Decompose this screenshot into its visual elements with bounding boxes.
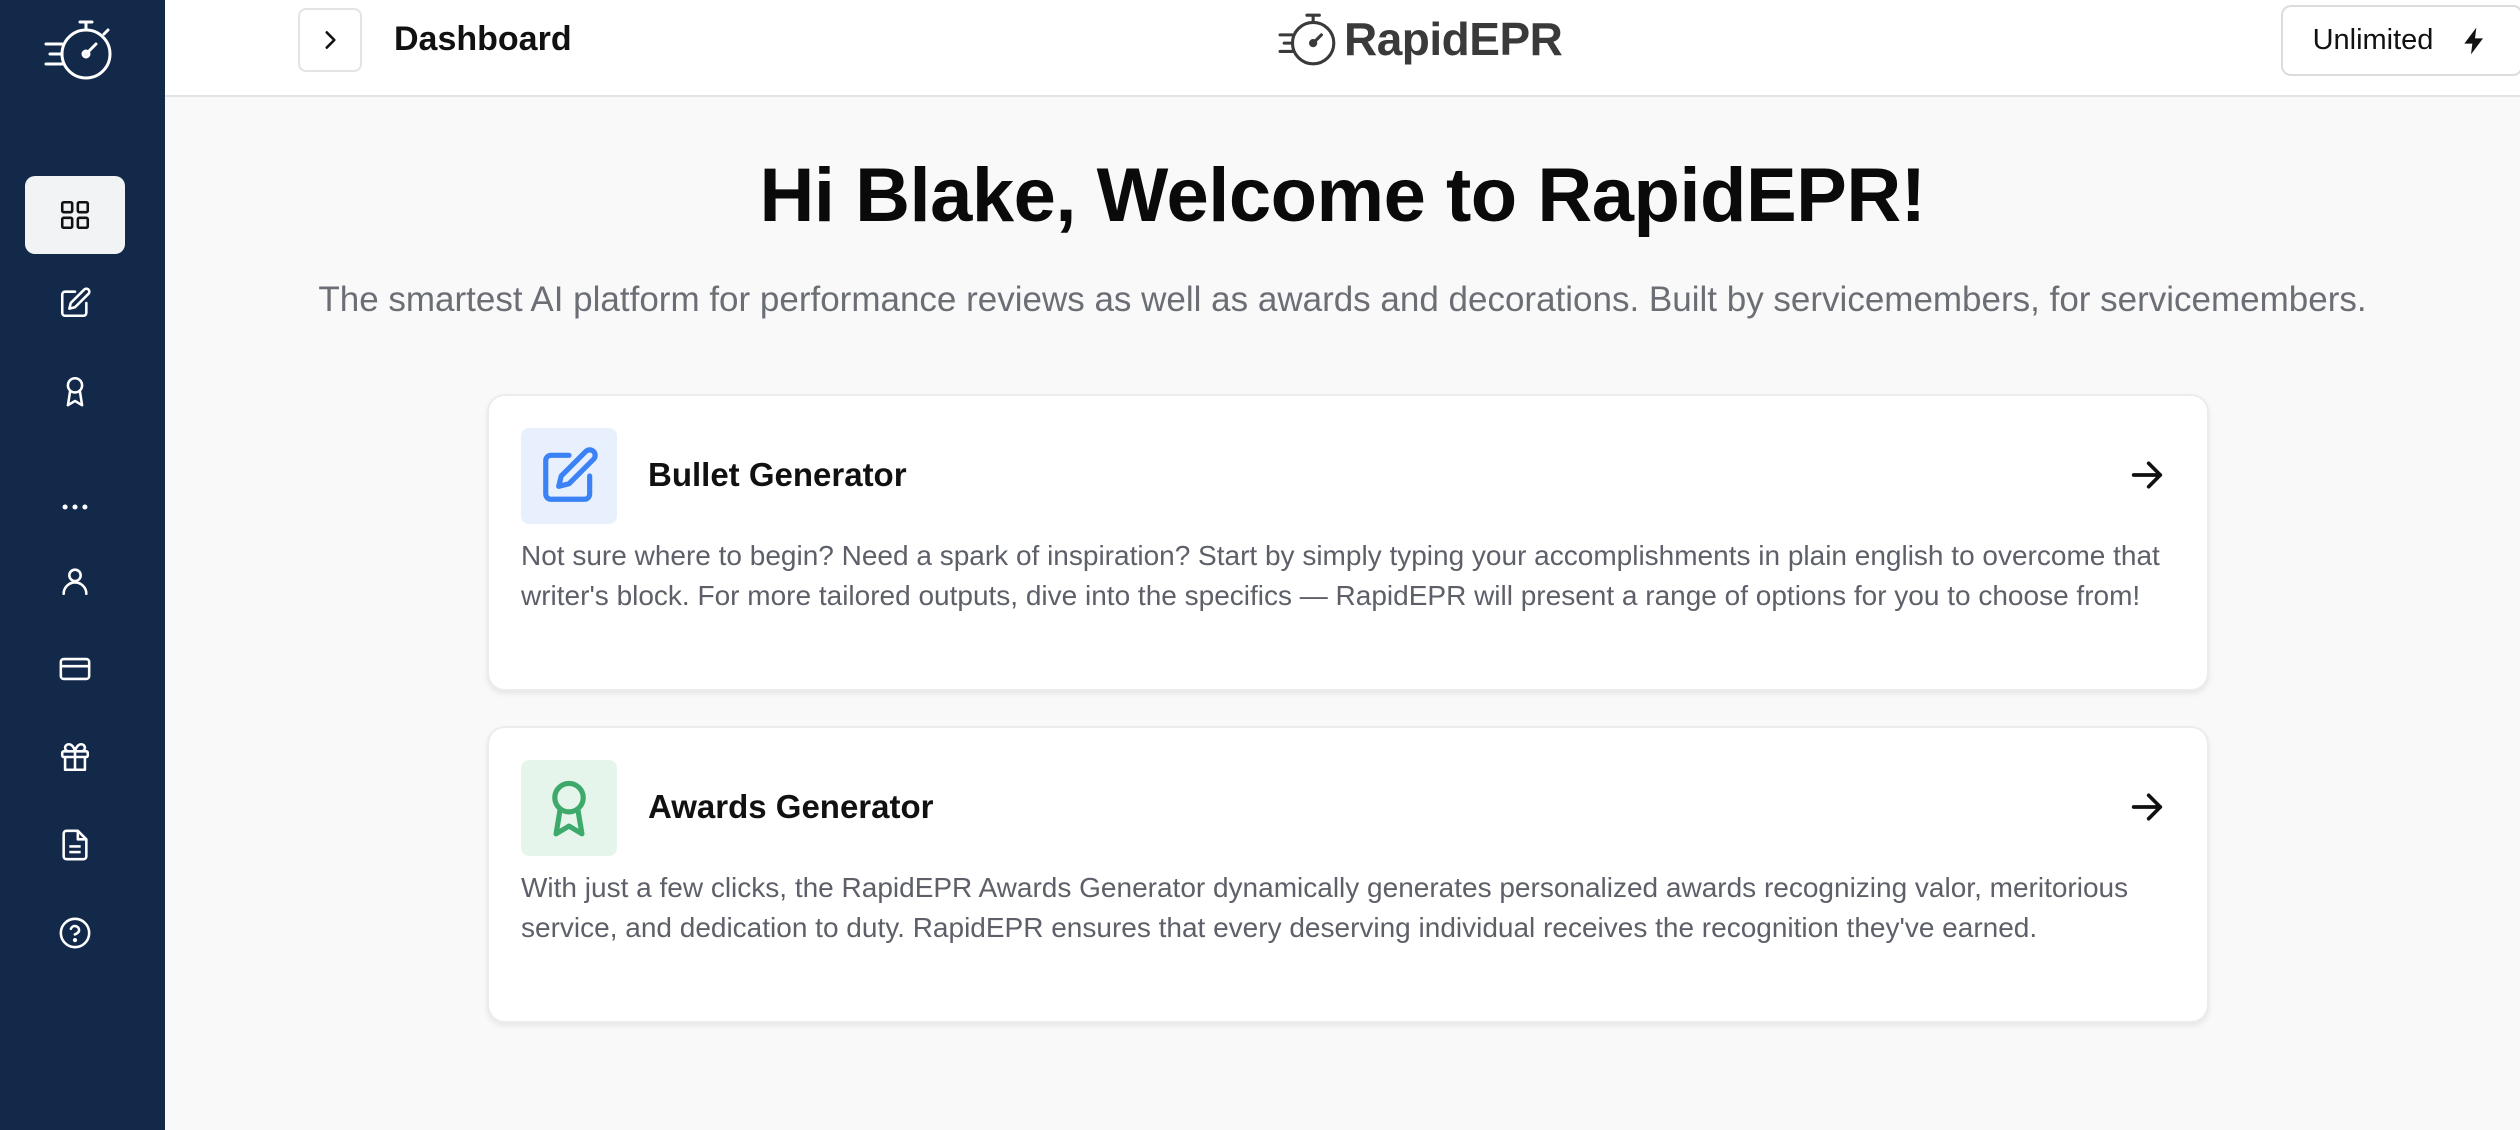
card-title: Bullet Generator	[648, 456, 907, 493]
sidebar-item-documents[interactable]	[25, 806, 125, 884]
sidebar-item-referrals[interactable]	[25, 718, 125, 796]
stopwatch-logo-icon[interactable]	[42, 14, 120, 86]
card-description: Not sure where to begin? Need a spark of…	[521, 540, 2160, 611]
sidebar-item-awards[interactable]	[25, 352, 125, 430]
more-dots-icon	[62, 504, 88, 510]
award-icon	[66, 376, 84, 407]
card-icon-container	[521, 428, 617, 524]
welcome-subtitle: The smartest AI platform for performance…	[318, 280, 2367, 319]
lightning-icon	[2464, 27, 2484, 54]
stopwatch-logo-icon	[1278, 13, 1336, 66]
sidebar	[0, 0, 165, 1130]
dashboard-grid-icon	[60, 200, 90, 230]
chevron-right-icon	[325, 31, 336, 49]
user-icon	[62, 568, 88, 596]
help-circle-icon	[59, 917, 91, 949]
card-title: Awards Generator	[648, 788, 934, 825]
edit-icon	[60, 287, 91, 318]
edit-icon	[543, 447, 598, 502]
document-icon	[62, 829, 88, 861]
bullet-generator-card[interactable]: Bullet Generator Not sure where to begin…	[487, 394, 2209, 691]
brand-name: RapidEPR	[1344, 13, 1563, 65]
arrow-right-icon[interactable]	[2127, 787, 2167, 827]
top-bar: Dashboard RapidEPR Unlimited	[165, 0, 2520, 97]
award-icon	[552, 780, 586, 837]
awards-generator-card[interactable]: Awards Generator With just a few clicks,…	[487, 726, 2209, 1023]
sidebar-item-billing[interactable]	[25, 630, 125, 708]
plan-label: Unlimited	[2312, 24, 2434, 56]
expand-sidebar-button[interactable]	[298, 8, 362, 72]
sidebar-item-bullets[interactable]	[25, 264, 125, 342]
brand-logo[interactable]: RapidEPR	[1278, 4, 1563, 74]
sidebar-item-more[interactable]	[25, 468, 125, 546]
gift-icon	[60, 742, 90, 772]
card-icon-container	[521, 760, 617, 856]
welcome-heading: Hi Blake, Welcome to RapidEPR!	[759, 153, 1926, 238]
plan-button[interactable]: Unlimited	[2281, 5, 2520, 76]
card-description: With just a few clicks, the RapidEPR Awa…	[521, 872, 2129, 943]
sidebar-item-profile[interactable]	[25, 542, 125, 620]
sidebar-item-dashboard[interactable]	[25, 176, 125, 254]
credit-card-icon	[59, 657, 91, 681]
page-title: Dashboard	[394, 20, 572, 58]
arrow-right-icon[interactable]	[2127, 455, 2167, 495]
sidebar-item-help[interactable]	[25, 894, 125, 972]
